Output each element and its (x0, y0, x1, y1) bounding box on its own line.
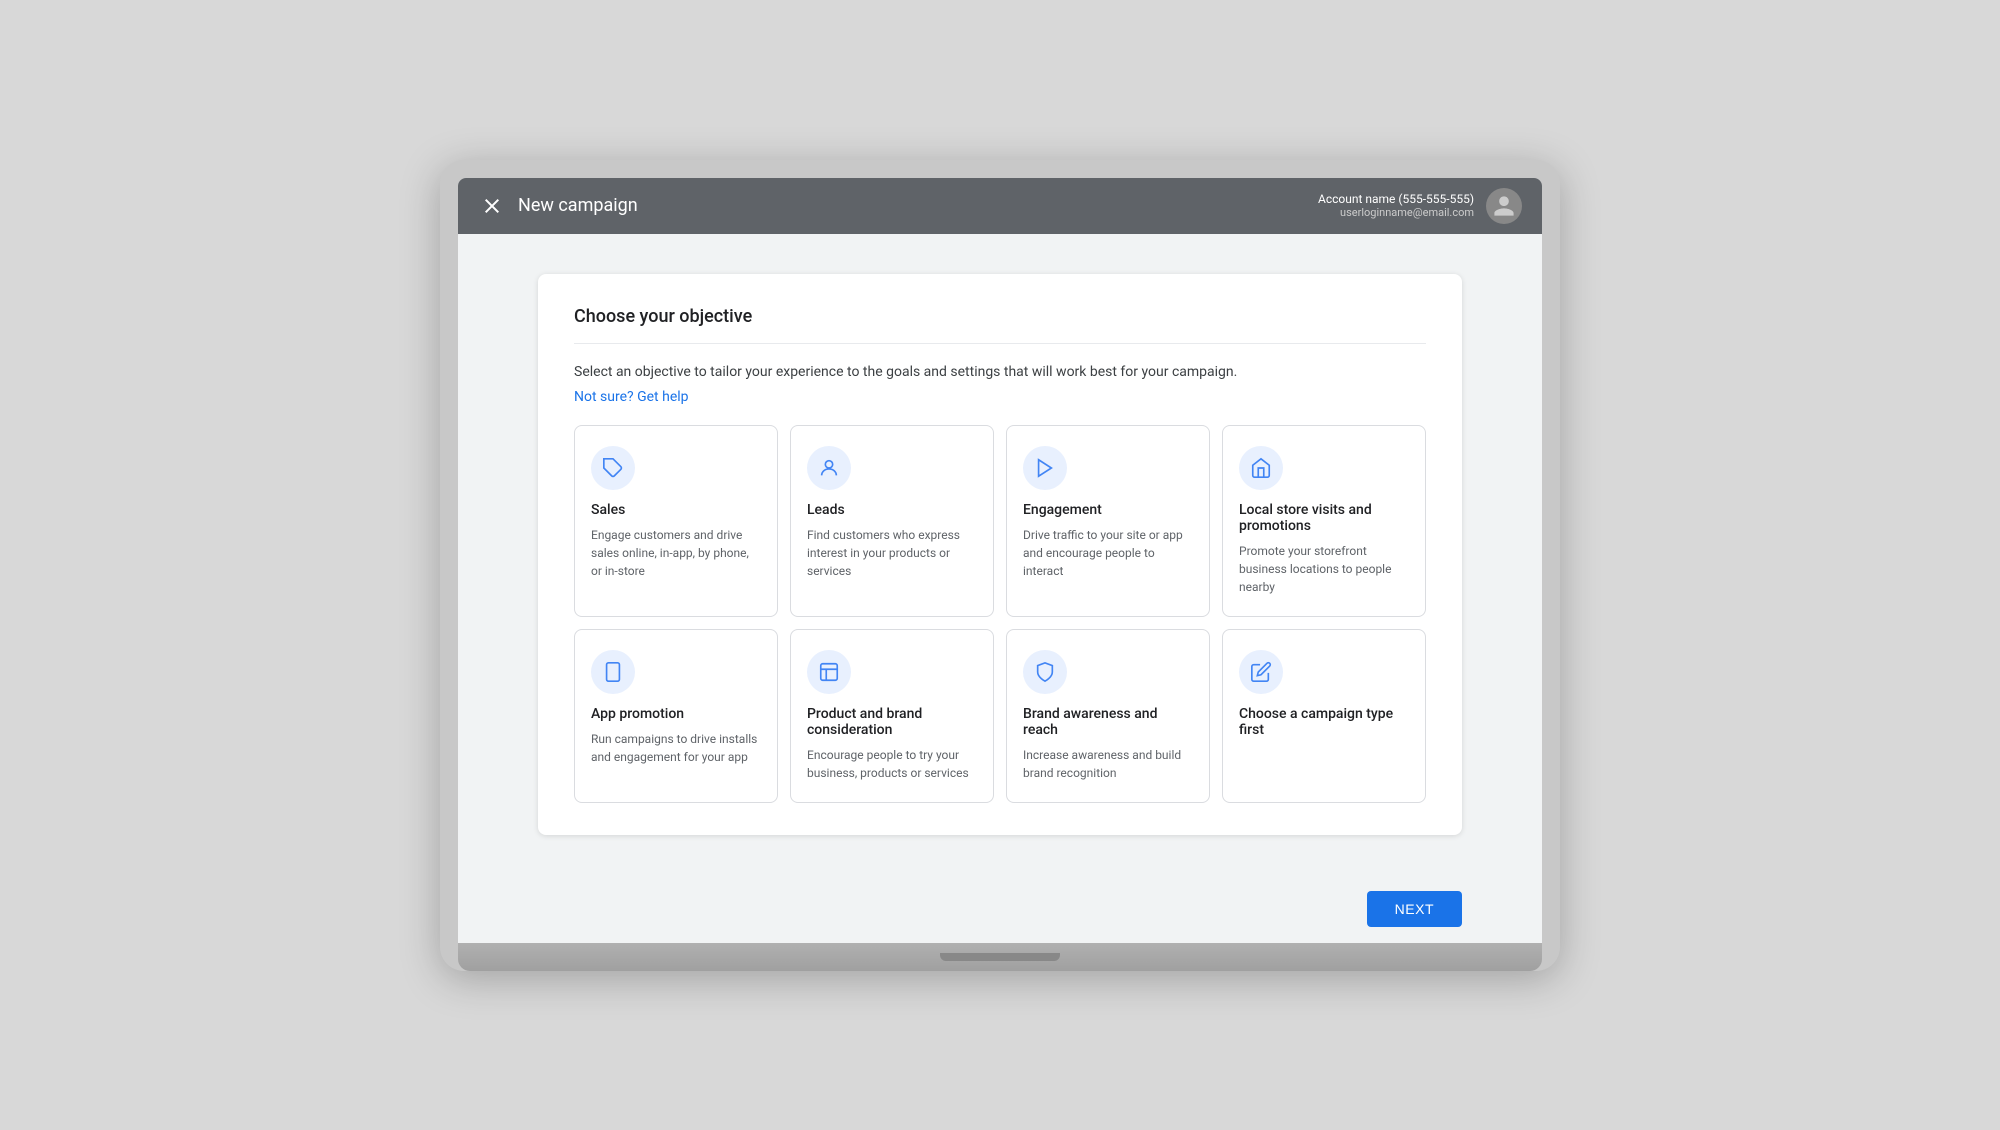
objective-campaign-type[interactable]: Choose a campaign type first (1222, 629, 1426, 803)
leads-icon (807, 446, 851, 490)
sales-title: Sales (591, 502, 761, 518)
objective-product-brand[interactable]: Product and brand consideration Encourag… (790, 629, 994, 803)
laptop-base (458, 943, 1542, 971)
brand-awareness-desc: Increase awareness and build brand recog… (1023, 746, 1193, 782)
app-promotion-title: App promotion (591, 706, 761, 722)
top-bar-left: New campaign (478, 192, 638, 220)
help-link[interactable]: Not sure? Get help (574, 389, 689, 405)
local-store-icon (1239, 446, 1283, 490)
campaign-type-title: Choose a campaign type first (1239, 706, 1409, 738)
product-brand-desc: Encourage people to try your business, p… (807, 746, 977, 782)
account-name: Account name (555-555-555) (1318, 192, 1474, 206)
card-title: Choose your objective (574, 306, 1426, 344)
page-title: New campaign (518, 195, 638, 216)
brand-awareness-icon (1023, 650, 1067, 694)
sales-desc: Engage customers and drive sales online,… (591, 526, 761, 580)
local-store-desc: Promote your storefront business locatio… (1239, 542, 1409, 596)
engagement-icon (1023, 446, 1067, 490)
main-content: Choose your objective Select an objectiv… (458, 234, 1542, 875)
bottom-bar: NEXT (458, 875, 1542, 943)
objective-leads[interactable]: Leads Find customers who express interes… (790, 425, 994, 617)
campaign-type-icon (1239, 650, 1283, 694)
laptop-notch (940, 953, 1060, 961)
objective-card-container: Choose your objective Select an objectiv… (538, 274, 1462, 835)
leads-title: Leads (807, 502, 977, 518)
engagement-title: Engagement (1023, 502, 1193, 518)
sales-icon (591, 446, 635, 490)
close-button[interactable] (478, 192, 506, 220)
top-bar: New campaign Account name (555-555-555) … (458, 178, 1542, 234)
next-button[interactable]: NEXT (1367, 891, 1462, 927)
product-brand-title: Product and brand consideration (807, 706, 977, 738)
avatar[interactable] (1486, 188, 1522, 224)
objective-app-promotion[interactable]: App promotion Run campaigns to drive ins… (574, 629, 778, 803)
objective-brand-awareness[interactable]: Brand awareness and reach Increase aware… (1006, 629, 1210, 803)
brand-awareness-title: Brand awareness and reach (1023, 706, 1193, 738)
app-promotion-icon (591, 650, 635, 694)
laptop-outer: New campaign Account name (555-555-555) … (440, 160, 1560, 971)
objective-sales[interactable]: Sales Engage customers and drive sales o… (574, 425, 778, 617)
account-info: Account name (555-555-555) userloginname… (1318, 192, 1474, 219)
app-promotion-desc: Run campaigns to drive installs and enga… (591, 730, 761, 766)
engagement-desc: Drive traffic to your site or app and en… (1023, 526, 1193, 580)
objective-local-store[interactable]: Local store visits and promotions Promot… (1222, 425, 1426, 617)
account-email: userloginname@email.com (1318, 206, 1474, 219)
objectives-grid: Sales Engage customers and drive sales o… (574, 425, 1426, 803)
description-text: Select an objective to tailor your exper… (574, 364, 1426, 380)
local-store-title: Local store visits and promotions (1239, 502, 1409, 534)
leads-desc: Find customers who express interest in y… (807, 526, 977, 580)
objective-engagement[interactable]: Engagement Drive traffic to your site or… (1006, 425, 1210, 617)
top-bar-right: Account name (555-555-555) userloginname… (1318, 188, 1522, 224)
product-brand-icon (807, 650, 851, 694)
laptop-screen: New campaign Account name (555-555-555) … (458, 178, 1542, 943)
